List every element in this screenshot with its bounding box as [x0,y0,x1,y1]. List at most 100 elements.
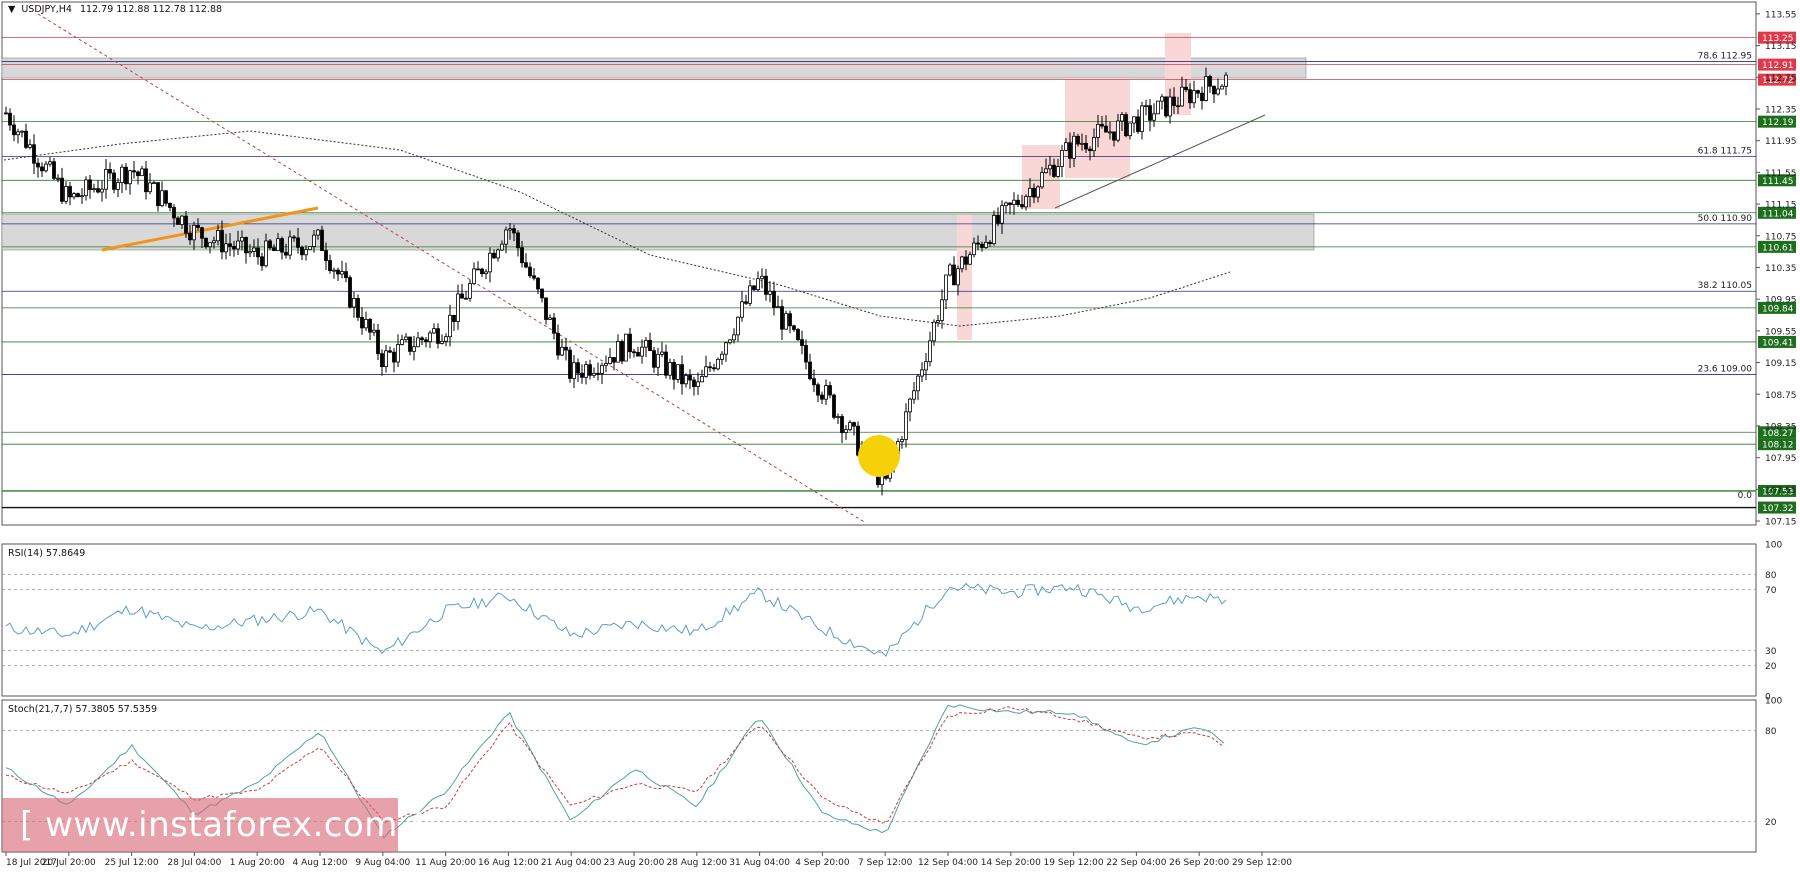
time-tick-label: 25 Jul 12:00 [105,858,159,868]
candle-body [60,177,64,202]
candle-body [1092,137,1096,152]
candle-body [152,182,156,185]
candle [112,169,116,194]
candle-body [976,242,980,245]
candle-body [536,277,540,290]
candle-body [428,332,432,343]
dropdown-icon[interactable]: ▼ [8,4,16,15]
candle-body [1104,125,1108,133]
price-tick-label: 111.15 [1765,201,1797,211]
candle-body [48,161,52,165]
candle-body [436,328,440,344]
price-tick-label: 107.55 [1765,486,1797,496]
candle-body [344,271,348,279]
price-tick-label: 109.55 [1765,327,1797,337]
candle-body [1160,96,1164,102]
candle-body [504,229,508,245]
candle-body [1140,105,1144,132]
candle-body [368,319,372,333]
candle-body [912,390,916,400]
candle-body [236,240,240,250]
candle-body [712,367,716,370]
candle-body [1036,186,1040,198]
candle-body [384,350,388,368]
candle-body [1212,85,1216,95]
candle-body [192,224,196,241]
candle-body [416,337,420,348]
candle-body [392,351,396,363]
candle-body [704,366,708,377]
candle-body [124,166,128,185]
candle-body [1096,123,1100,138]
level-badge-label: 108.12 [1762,441,1794,451]
highlight-circle [858,435,900,477]
candle-body [736,316,740,336]
candle-body [420,337,424,341]
candle [716,357,720,371]
candle-body [1000,205,1004,224]
candle-body [440,340,444,344]
candle-body [280,238,284,253]
time-tick-label: 22 Sep 04:00 [1106,858,1166,868]
rsi-tick-label: 20 [1765,662,1777,672]
candle-body [188,232,192,241]
candle-body [432,328,436,334]
candle-body [408,336,412,352]
candle-body [176,217,180,225]
candle-body [1224,74,1228,87]
candle-body [852,422,856,427]
candle-body [216,230,220,242]
candle-body [288,236,292,256]
candle-body [1176,105,1180,108]
trading-chart[interactable]: 113.25 112.91 112.72 112.19 111.45 111.04 110.… [0,0,1800,868]
candle-body [1032,187,1036,198]
candle-body [1064,142,1068,151]
time-tick-label: 1 Aug 20:00 [230,858,285,868]
candle-body [1116,120,1120,141]
candle-body [940,299,944,321]
candle-body [1056,166,1060,177]
fib-label: 38.2 110.05 [1698,281,1752,291]
candle-body [168,202,172,208]
candle-body [512,228,516,234]
candle-body [260,256,264,267]
candle-body [944,274,948,301]
candle-body [572,362,576,379]
candle-body [312,234,316,247]
candle-body [340,271,344,275]
candle-body [68,186,72,198]
stoch-label: Stoch(21,7,7) 57.3805 57.5359 [8,704,157,715]
candle-body [556,332,560,356]
candle-body [248,251,252,254]
price-tick-label: 112.75 [1765,74,1797,84]
time-tick-label: 9 Aug 04:00 [355,858,410,868]
candle-body [904,411,908,440]
candle-body [656,353,660,368]
candle-body [332,269,336,272]
candle-body [1040,172,1044,188]
candle-body [692,379,696,388]
candle-body [564,346,568,351]
candle-body [1216,88,1220,95]
candle-body [716,358,720,370]
candle-body [104,169,108,190]
ohlc-readout: 112.79 112.88 112.78 112.88 [80,4,222,15]
candle-body [988,241,992,245]
candle-body [752,285,756,291]
candle-body [768,290,772,295]
price-tick-label: 113.15 [1765,42,1797,52]
candle-body [628,333,632,353]
candle [948,263,952,277]
chart-canvas[interactable]: 113.25112.91112.72112.19111.45111.04110.… [0,0,1800,868]
candle-body [308,246,312,250]
candle-body [376,329,380,355]
candle-body [452,314,456,322]
candle-body [792,325,796,330]
candle-body [1044,168,1048,173]
candle-body [412,346,416,352]
candle-body [616,341,620,363]
candle-body [108,169,112,174]
rsi-tick-label: 70 [1765,586,1777,596]
candle-body [808,361,812,380]
candle-body [1016,199,1020,205]
